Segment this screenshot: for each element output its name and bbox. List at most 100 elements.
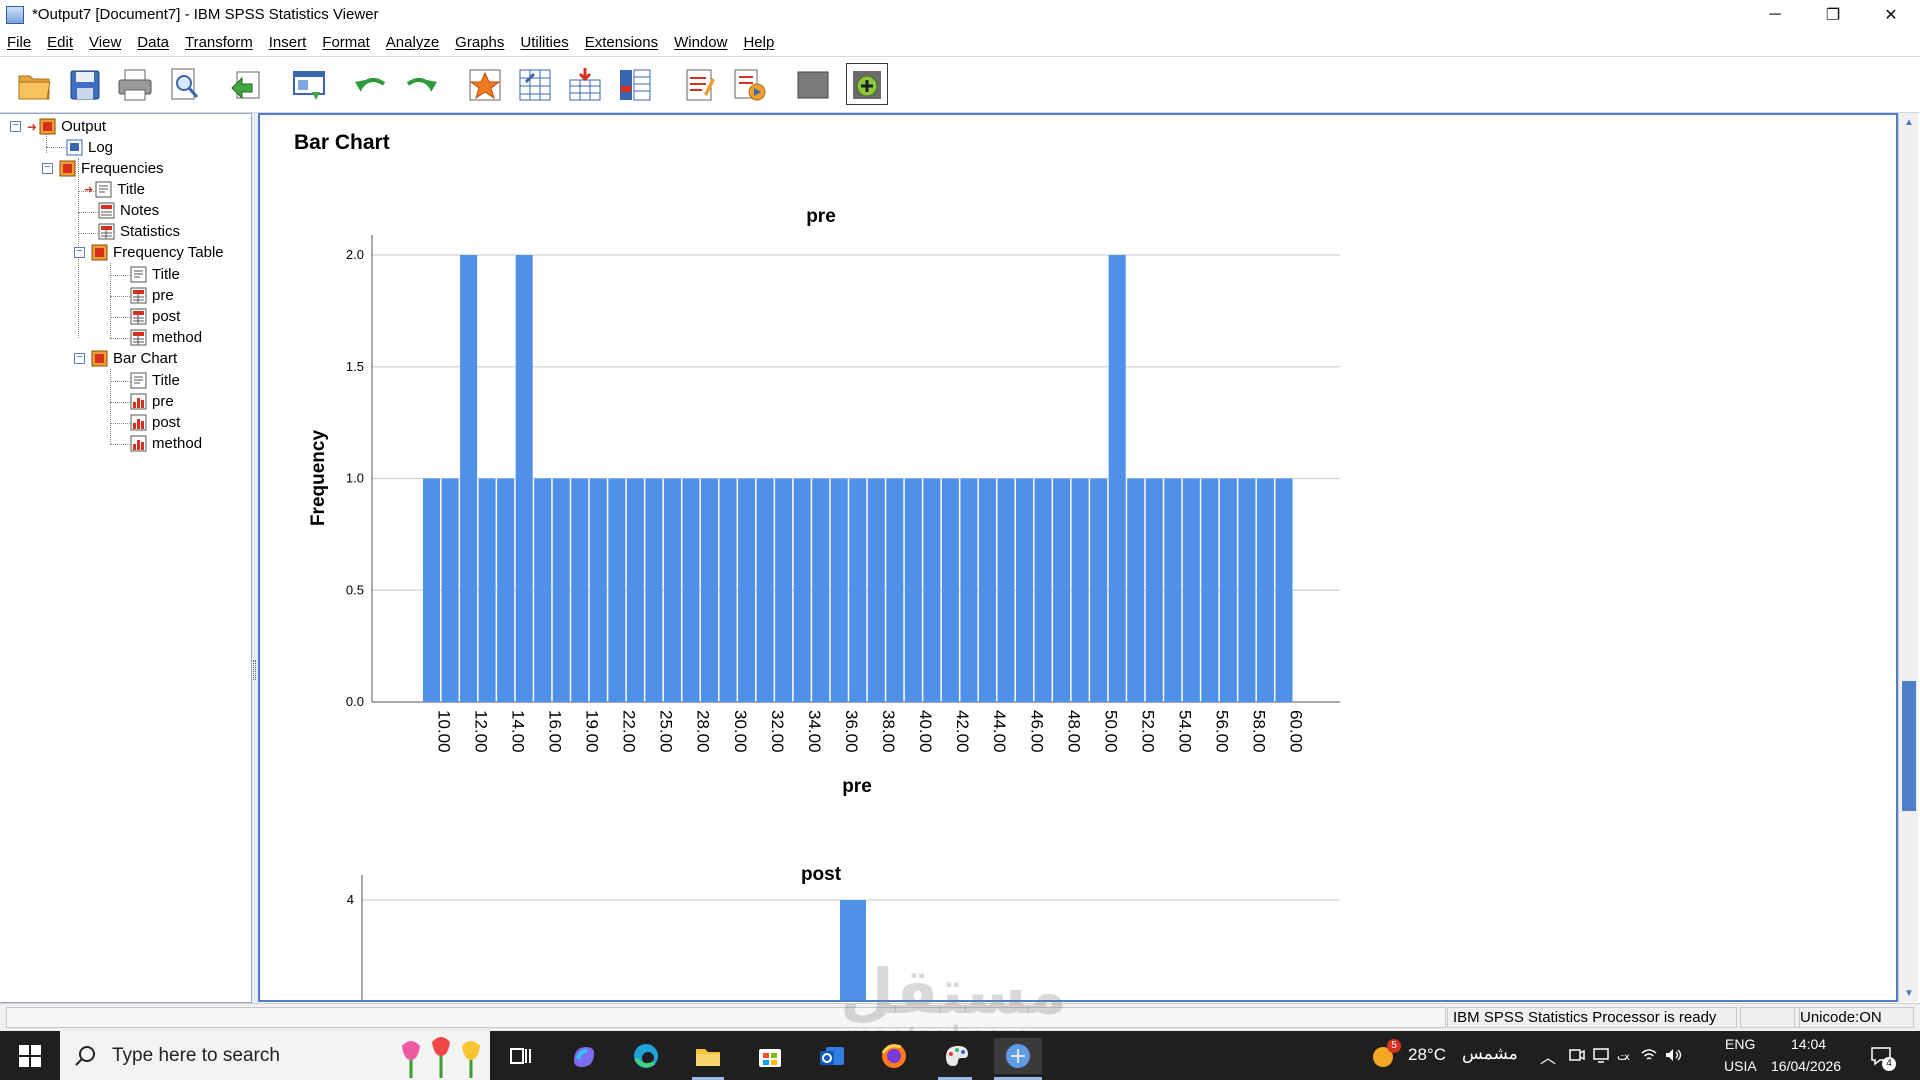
scroll-down-arrow-icon[interactable]: ▼ bbox=[1899, 984, 1919, 1002]
collapse-toggle[interactable]: − bbox=[10, 121, 21, 132]
tree-item-output[interactable]: − ➜ Output bbox=[10, 116, 106, 137]
save-icon[interactable] bbox=[64, 65, 106, 105]
weather-temp[interactable]: 28°C bbox=[1408, 1045, 1446, 1065]
clock-time[interactable]: 14:04 bbox=[1791, 1036, 1826, 1052]
bar bbox=[626, 478, 644, 702]
menu-insert[interactable]: Insert bbox=[266, 34, 320, 51]
tree-item-bc-post[interactable]: post bbox=[130, 412, 180, 433]
notes-icon bbox=[98, 202, 115, 219]
menu-analyze[interactable]: Analyze bbox=[383, 34, 452, 51]
task-view-icon[interactable] bbox=[502, 1038, 538, 1074]
clock-date[interactable]: 16/04/2026 bbox=[1771, 1058, 1841, 1074]
menu-utilities[interactable]: Utilities bbox=[517, 34, 581, 51]
windows-start-icon[interactable] bbox=[0, 1031, 60, 1080]
menu-edit[interactable]: Edit bbox=[44, 34, 86, 51]
designate-window-icon[interactable] bbox=[678, 65, 720, 105]
tree-item-bc-method[interactable]: method bbox=[130, 433, 202, 454]
splitter-grip[interactable] bbox=[253, 660, 256, 680]
x-tick-label: 22.00 bbox=[620, 710, 639, 753]
menu-transform[interactable]: Transform bbox=[182, 34, 266, 51]
blank-icon[interactable] bbox=[792, 65, 834, 105]
menu-data[interactable]: Data bbox=[134, 34, 182, 51]
bar-chart-post[interactable]: post 4 bbox=[260, 815, 1360, 1002]
goto-case-icon[interactable] bbox=[514, 65, 556, 105]
ime-icon[interactable]: تx bbox=[1616, 1046, 1634, 1064]
tree-item-frequency-table[interactable]: − Frequency Table bbox=[74, 242, 224, 263]
bar bbox=[700, 478, 719, 702]
menu-format[interactable]: Format bbox=[319, 34, 383, 51]
search-placeholder: Type here to search bbox=[112, 1044, 280, 1066]
tree-item-bc-title[interactable]: Title bbox=[130, 370, 180, 391]
meet-now-icon[interactable] bbox=[1568, 1046, 1586, 1064]
bar-chart-pre[interactable]: 0.0 0.5 1.0 1.5 2.0 10.00 12.00 14.00 16.00 19.00… bbox=[260, 115, 1360, 815]
bar bbox=[960, 478, 978, 702]
display-icon[interactable] bbox=[1592, 1046, 1610, 1064]
export-icon[interactable] bbox=[226, 65, 268, 105]
x-tick-label: 46.00 bbox=[1027, 710, 1046, 753]
restore-button[interactable]: ❐ bbox=[1804, 0, 1862, 29]
book-icon bbox=[91, 350, 108, 367]
region-indicator[interactable]: USIA bbox=[1724, 1058, 1757, 1074]
edge-browser-icon[interactable] bbox=[628, 1038, 664, 1074]
bar bbox=[840, 900, 866, 1000]
spss-taskbar-icon[interactable] bbox=[994, 1038, 1042, 1074]
tree-item-ft-pre[interactable]: pre bbox=[130, 285, 174, 306]
tree-item-ft-method[interactable]: method bbox=[130, 327, 202, 348]
scrollbar-thumb[interactable] bbox=[1902, 681, 1916, 811]
collapse-toggle[interactable]: − bbox=[42, 163, 53, 174]
tree-item-frequencies[interactable]: − Frequencies bbox=[42, 158, 164, 179]
weather-desc[interactable]: مشمس bbox=[1462, 1044, 1518, 1064]
add-icon[interactable] bbox=[846, 65, 888, 105]
tree-item-ft-post[interactable]: post bbox=[130, 306, 180, 327]
bar bbox=[1090, 478, 1108, 702]
tree-item-freq-title[interactable]: ➜ Title bbox=[84, 179, 145, 200]
windows-taskbar: Type here to search 5 28°C مشمس ︿ ت x EN… bbox=[0, 1031, 1920, 1080]
scroll-up-arrow-icon[interactable]: ▲ bbox=[1899, 113, 1919, 131]
file-explorer-icon[interactable] bbox=[690, 1038, 726, 1074]
tree-item-bar-chart[interactable]: − Bar Chart bbox=[74, 348, 177, 369]
taskbar-search-box[interactable]: Type here to search bbox=[60, 1031, 490, 1080]
x-tick-label: 56.00 bbox=[1213, 710, 1232, 753]
bar bbox=[460, 255, 478, 702]
menu-graphs[interactable]: Graphs bbox=[452, 34, 517, 51]
variables-icon[interactable] bbox=[614, 65, 656, 105]
close-button[interactable]: ✕ bbox=[1862, 0, 1920, 29]
open-folder-icon[interactable] bbox=[14, 65, 56, 105]
undo-icon[interactable] bbox=[350, 65, 392, 105]
tree-item-statistics[interactable]: Statistics bbox=[98, 221, 180, 242]
firefox-icon[interactable] bbox=[876, 1038, 912, 1074]
create-script-icon[interactable] bbox=[728, 65, 770, 105]
print-preview-icon[interactable] bbox=[164, 65, 206, 105]
menu-window[interactable]: Window bbox=[671, 34, 740, 51]
volume-icon[interactable] bbox=[1664, 1046, 1682, 1064]
language-indicator[interactable]: ENG bbox=[1725, 1036, 1755, 1052]
redo-icon[interactable] bbox=[400, 65, 442, 105]
goto-variable-icon[interactable] bbox=[564, 65, 606, 105]
paint-icon[interactable] bbox=[938, 1038, 974, 1074]
bar bbox=[534, 478, 552, 702]
tree-item-ft-title[interactable]: Title bbox=[130, 264, 180, 285]
menu-file[interactable]: File bbox=[4, 34, 44, 51]
menu-view[interactable]: View bbox=[86, 34, 134, 51]
microsoft-store-icon[interactable] bbox=[752, 1038, 788, 1074]
search-icon bbox=[75, 1045, 95, 1066]
print-icon[interactable] bbox=[114, 65, 156, 105]
minimize-button[interactable]: ─ bbox=[1746, 0, 1804, 29]
menu-help[interactable]: Help bbox=[740, 34, 787, 51]
wifi-icon[interactable] bbox=[1640, 1046, 1658, 1064]
copilot-icon[interactable] bbox=[566, 1038, 602, 1074]
collapse-toggle[interactable]: − bbox=[74, 247, 85, 258]
collapse-toggle[interactable]: − bbox=[74, 353, 85, 364]
outlook-icon[interactable] bbox=[814, 1038, 850, 1074]
tree-item-notes[interactable]: Notes bbox=[98, 200, 159, 221]
bar bbox=[608, 478, 626, 702]
bar bbox=[441, 478, 459, 702]
tree-item-bc-pre[interactable]: pre bbox=[130, 391, 174, 412]
unicode-status: Unicode:ON bbox=[1794, 1007, 1914, 1028]
vertical-scrollbar[interactable]: ▲ ▼ bbox=[1898, 113, 1918, 1002]
chevron-up-icon[interactable]: ︿ bbox=[1540, 1044, 1556, 1068]
menu-extensions[interactable]: Extensions bbox=[582, 34, 671, 51]
goto-data-icon[interactable] bbox=[464, 65, 506, 105]
recall-dialog-icon[interactable] bbox=[288, 65, 330, 105]
tree-item-log[interactable]: Log bbox=[66, 137, 113, 158]
